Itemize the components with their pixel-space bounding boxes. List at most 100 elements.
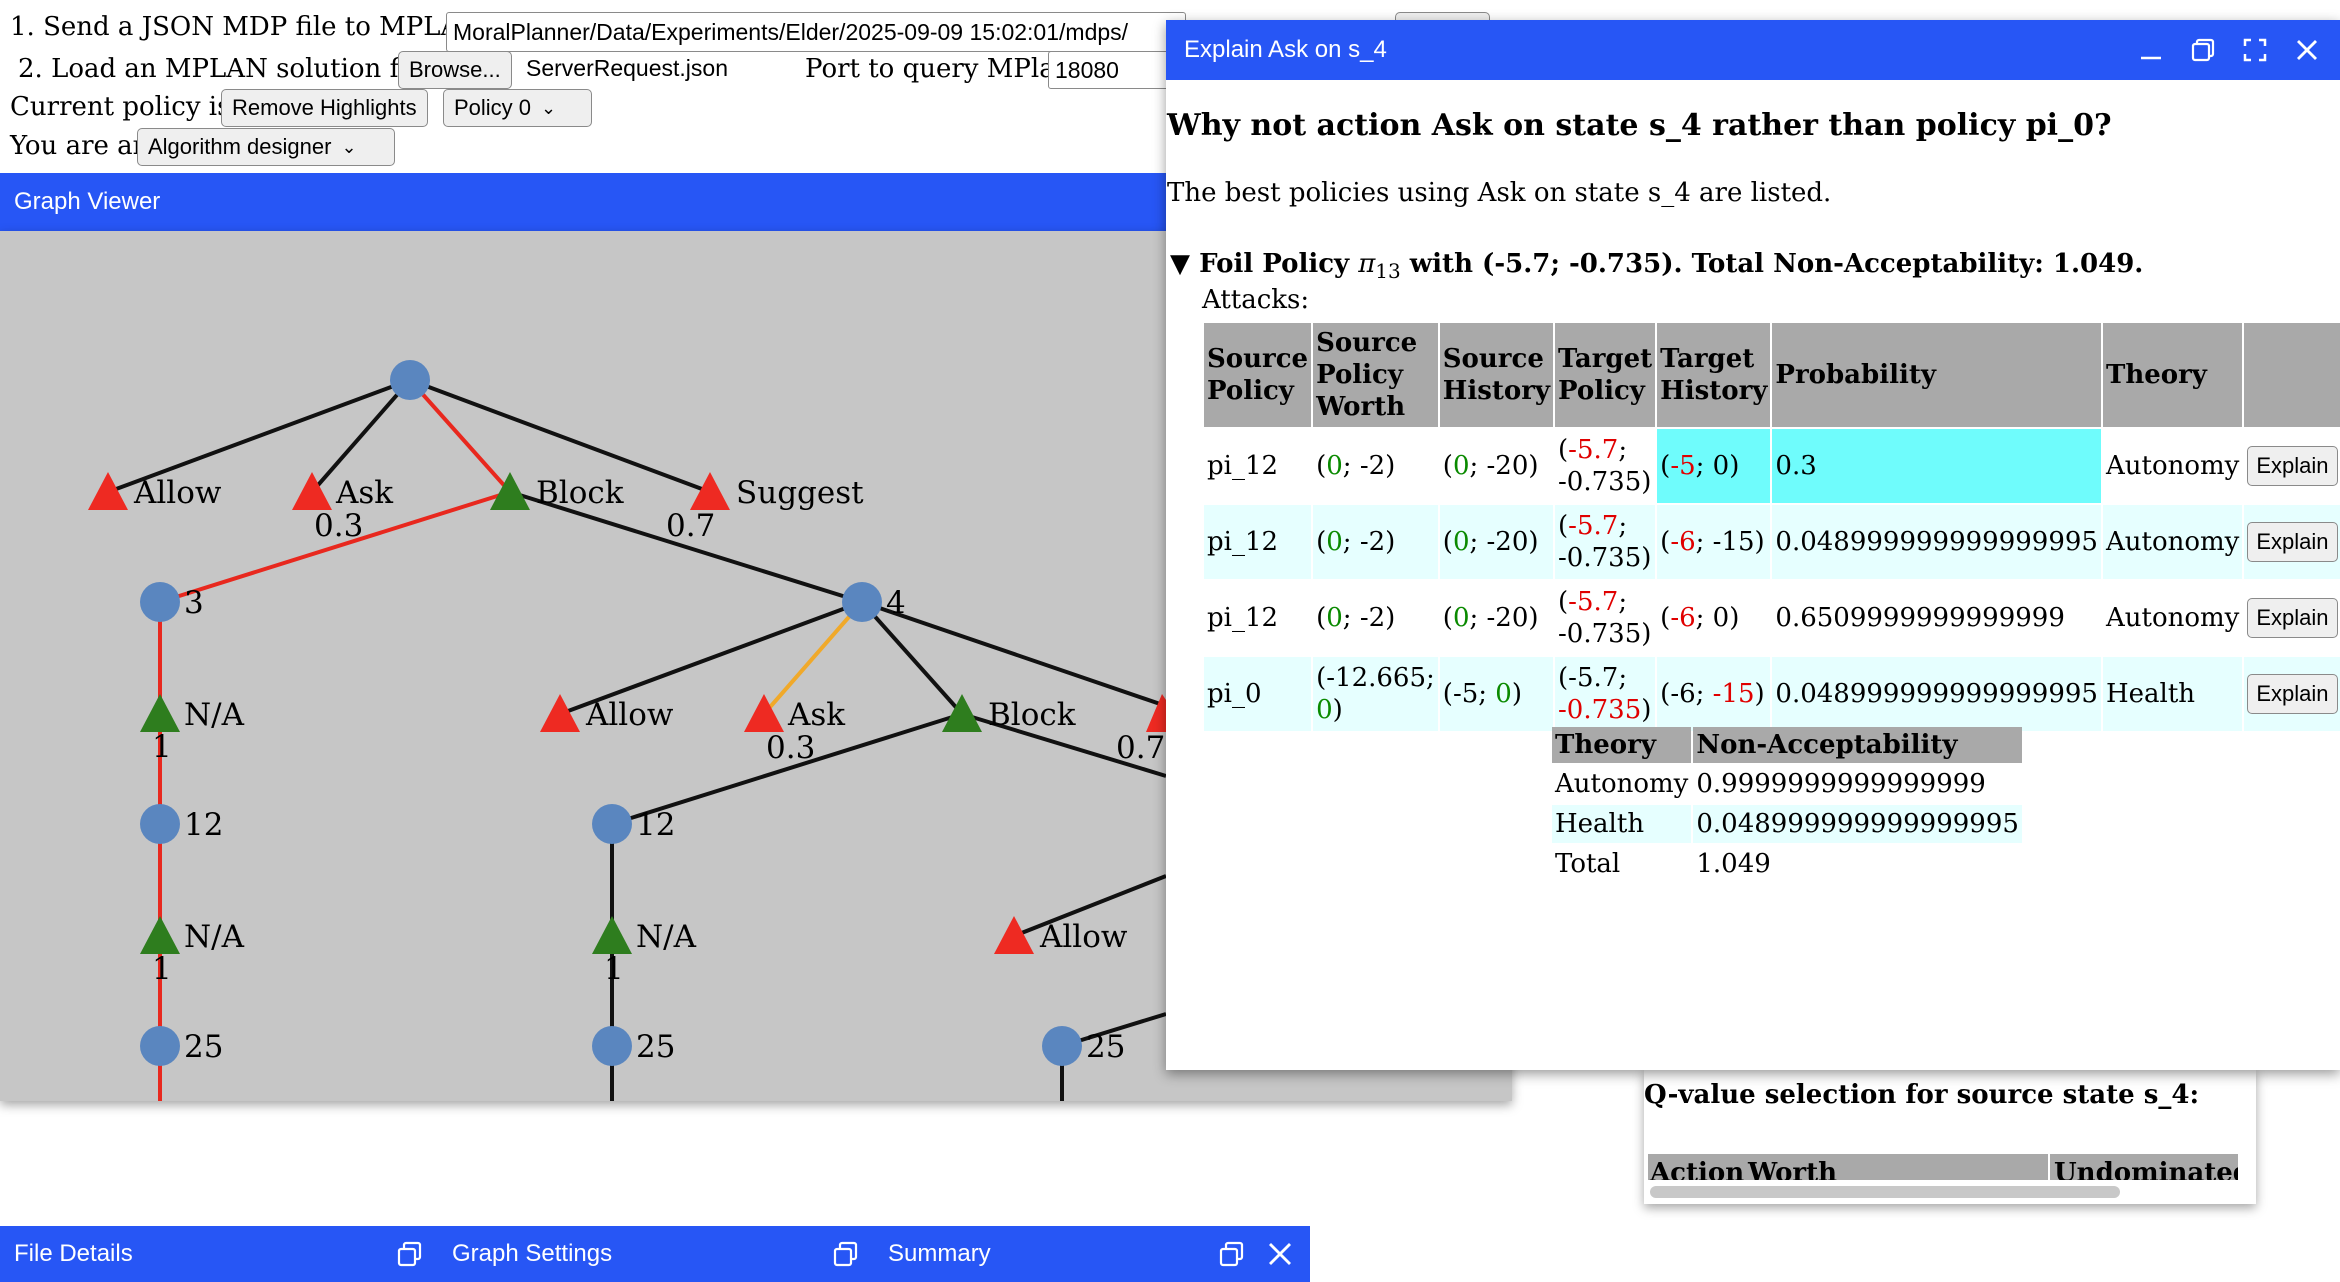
explain-cell: Explain — [2244, 581, 2340, 655]
state-node-3[interactable] — [140, 582, 180, 622]
foil-subscript: 13 — [1375, 259, 1401, 284]
restore-icon[interactable] — [2188, 35, 2218, 65]
state-node-4[interactable] — [842, 582, 882, 622]
probability-cell: 0.048999999999999995 — [1772, 505, 2101, 579]
state-node-25[interactable] — [1042, 1026, 1082, 1066]
action-node-na[interactable] — [140, 694, 180, 732]
explain-button[interactable]: Explain — [2247, 598, 2338, 638]
explain-button[interactable]: Explain — [2247, 522, 2338, 562]
state-node-25[interactable] — [140, 1026, 180, 1066]
restore-icon[interactable] — [1218, 1240, 1246, 1275]
col-target-history: Target History — [1657, 323, 1771, 427]
action-node-na[interactable] — [140, 916, 180, 954]
fullscreen-icon[interactable] — [2240, 35, 2270, 65]
minimize-icon[interactable] — [2136, 35, 2166, 65]
target-policy-cell: (-5.7; -0.735) — [1555, 505, 1656, 579]
non-acceptability-table: Theory Non-Acceptability Autonomy 0.9999… — [1550, 725, 2024, 885]
role-label: You are an — [10, 131, 150, 161]
state-label: 4 — [886, 585, 906, 621]
col-source-policy-worth: Source Policy Worth — [1313, 323, 1438, 427]
source-policy-cell: pi_0 — [1204, 657, 1312, 731]
probability-label: 0.7 — [1116, 730, 1165, 766]
col-theory: Theory — [1552, 727, 1692, 763]
state-node-12[interactable] — [592, 804, 632, 844]
state-label: 3 — [184, 585, 204, 621]
action-label: N/A — [184, 919, 245, 955]
nonacc-theory: Total — [1555, 849, 1621, 879]
probability-cell: 0.048999999999999995 — [1772, 657, 2101, 731]
probability-label: 0.7 — [666, 508, 715, 544]
attacks-table-wrap: Source Policy Source Policy Worth Source… — [1202, 321, 2340, 733]
theory-cell: Health — [2102, 657, 2243, 731]
source-policy-cell: pi_12 — [1207, 451, 1279, 481]
theory-cell: Autonomy — [2105, 451, 2240, 481]
col-non-acceptability: Non-Acceptability — [1693, 727, 2022, 763]
nonacc-table-wrap: Theory Non-Acceptability Autonomy 0.9999… — [1550, 725, 2024, 885]
action-node-na[interactable] — [592, 916, 632, 954]
action-label: Block — [536, 475, 624, 511]
tab-graph-settings[interactable]: Graph Settings — [436, 1226, 872, 1282]
action-node-allow[interactable] — [994, 916, 1034, 954]
remove-highlights-button[interactable]: Remove Highlights — [221, 89, 428, 127]
qvalue-table-header: Action Worth Undominated? — [1648, 1154, 2238, 1180]
col-target-policy: Target Policy — [1555, 323, 1656, 427]
close-icon[interactable] — [2292, 35, 2322, 65]
policy-select[interactable]: Policy 0 ⌄ — [443, 89, 592, 127]
chevron-down-icon: ⌄ — [341, 136, 357, 157]
target-history-cell: (-6; -15) — [1657, 505, 1771, 579]
state-node-25[interactable] — [592, 1026, 632, 1066]
close-icon[interactable] — [1266, 1240, 1294, 1275]
source-worth-cell: (-12.665; 0) — [1313, 657, 1438, 731]
probability-label: 0.3 — [314, 508, 363, 544]
graph-viewer-title: Graph Viewer — [14, 188, 161, 215]
explain-window[interactable]: Explain Ask on s_4 Why not action Ask on… — [1166, 20, 2340, 1070]
probability-label: 1 — [152, 729, 172, 765]
disclosure-triangle-icon[interactable]: ▼ — [1170, 249, 1190, 279]
explain-button[interactable]: Explain — [2247, 446, 2338, 486]
probability-cell: 0.3 — [1772, 429, 2101, 503]
browse-button[interactable]: Browse... — [398, 51, 512, 89]
state-node-12[interactable] — [140, 804, 180, 844]
port-label: Port to query MPlan: — [805, 54, 1081, 84]
chevron-down-icon: ⌄ — [541, 97, 557, 118]
action-node-suggest[interactable] — [690, 472, 730, 510]
nonacc-theory: Autonomy — [1555, 769, 1689, 799]
tab-file-details[interactable]: File Details — [0, 1226, 436, 1282]
nonacc-value: 1.049 — [1696, 849, 1771, 879]
restore-icon[interactable] — [396, 1240, 424, 1275]
nonacc-theory: Health — [1552, 805, 1692, 843]
nonacc-row: Autonomy 0.9999999999999999 — [1552, 765, 2022, 803]
probability-label: 0.3 — [766, 730, 815, 766]
target-policy-cell: (-5.7; -0.735) — [1555, 657, 1656, 731]
action-node-allow[interactable] — [540, 694, 580, 732]
source-worth-cell: (0; -2) — [1313, 505, 1438, 579]
tab-summary[interactable]: Summary — [872, 1226, 1310, 1282]
horizontal-scrollbar[interactable] — [1650, 1186, 2120, 1198]
state-label: 12 — [184, 807, 223, 843]
nonacc-value: 0.9999999999999999 — [1696, 769, 1986, 799]
attacks-header-row: Source Policy Source Policy Worth Source… — [1204, 323, 2340, 427]
source-history-cell: (0; -20) — [1439, 505, 1554, 579]
mdp-path-input[interactable]: MoralPlanner/Data/Experiments/Elder/2025… — [446, 12, 1186, 52]
restore-icon[interactable] — [832, 1240, 860, 1275]
explain-window-titlebar[interactable]: Explain Ask on s_4 — [1166, 20, 2340, 80]
state-node-root[interactable] — [390, 360, 430, 400]
col-source-policy: Source Policy — [1204, 323, 1312, 427]
theory-cell: Autonomy — [2105, 603, 2240, 633]
target-history-cell: (-6; 0) — [1660, 603, 1740, 633]
source-history-cell: (0; -20) — [1442, 451, 1539, 481]
qvalue-panel[interactable]: Q-value selection for source state s_4: … — [1644, 1068, 2256, 1204]
nonacc-row: Health 0.048999999999999995 — [1552, 805, 2022, 843]
explain-button[interactable]: Explain — [2247, 674, 2338, 714]
target-history-cell: (-5; 0) — [1657, 429, 1771, 503]
role-select[interactable]: Algorithm designer ⌄ — [137, 128, 395, 166]
port-input[interactable]: 18080 — [1048, 51, 1178, 89]
qvalue-col-undominated: Undominated? — [2048, 1154, 2238, 1180]
explain-cell: Explain — [2244, 505, 2340, 579]
attack-row: pi_12 (0; -2) (0; -20) (-5.7; -0.735) (-5… — [1204, 429, 2340, 503]
action-label: Ask — [335, 475, 393, 511]
source-worth-cell: (0; -2) — [1316, 451, 1396, 481]
action-label: Allow — [133, 475, 222, 511]
action-node-allow[interactable] — [88, 472, 128, 510]
foil-policy-summary[interactable]: ▼ Foil Policy π13 with (-5.7; -0.735). T… — [1170, 249, 2143, 283]
